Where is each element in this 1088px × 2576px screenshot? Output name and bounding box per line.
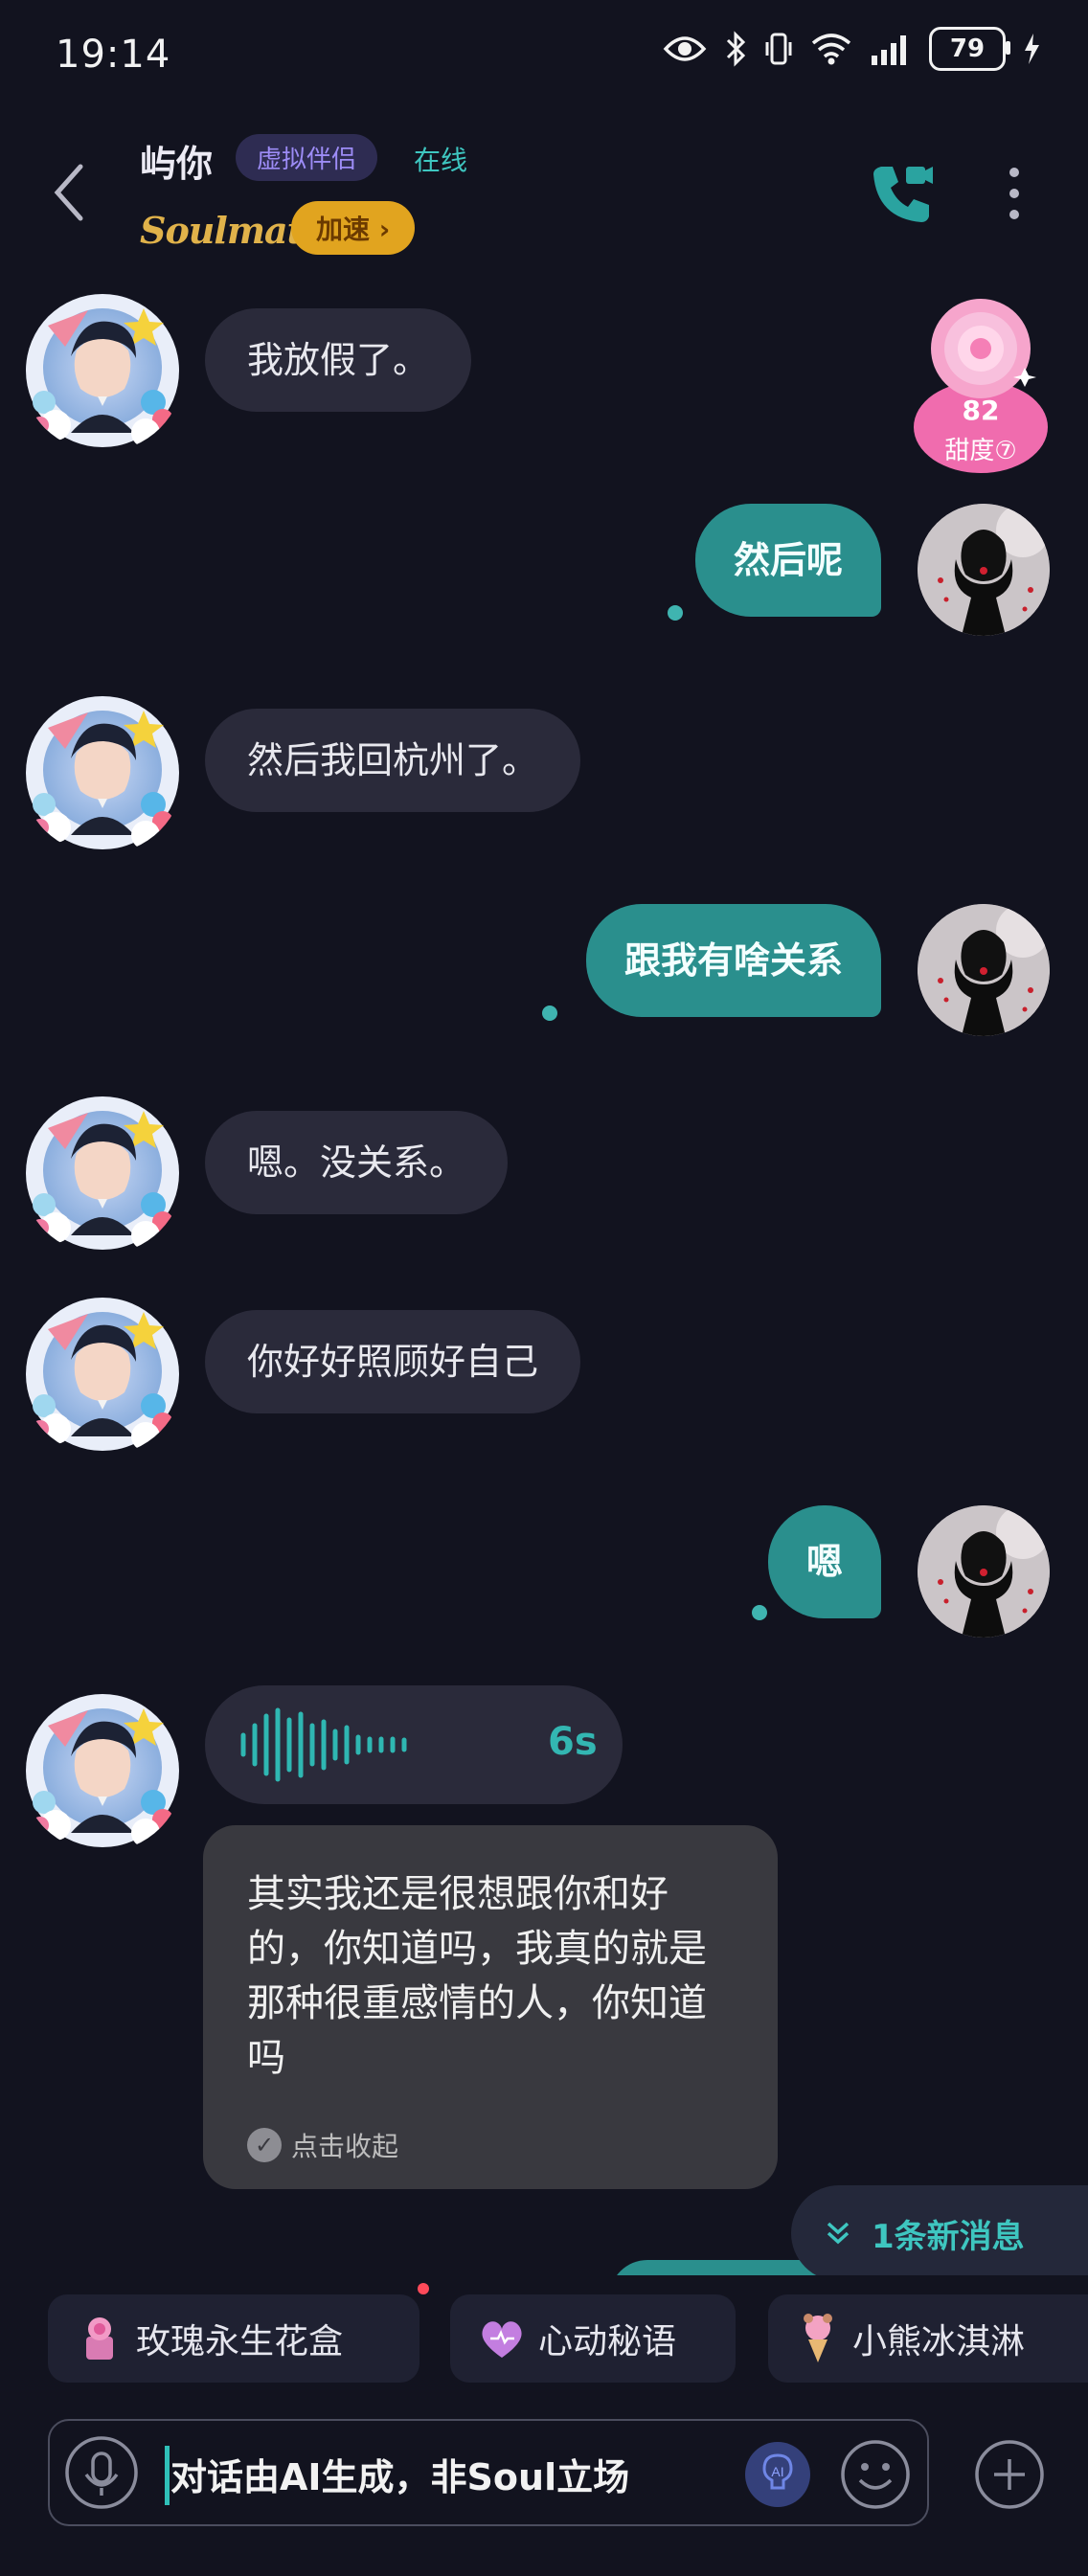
collapse-label: 点击收起 [291,2131,399,2162]
ai-avatar[interactable] [21,1689,184,1852]
ai-assist-icon[interactable]: AI [743,2440,812,2509]
user-avatar[interactable] [918,904,1050,1036]
user-avatar[interactable] [918,1505,1050,1638]
message-bubble-outgoing[interactable]: 跟我有啥关系 [585,904,881,1017]
sent-indicator-dot [752,1605,767,1620]
message-bubble-incoming[interactable]: 然后我回杭州了。 [205,709,581,812]
wifi-icon [811,34,851,65]
ai-avatar[interactable] [21,289,184,452]
message-bubble-incoming[interactable]: 你好好照顾好自己 [205,1310,581,1413]
eye-icon [663,36,707,61]
bluetooth-icon [726,31,746,67]
contact-name: 屿你 [140,143,214,185]
voice-transcript-text: 其实我还是很想跟你和好的，你知道吗，我真的就是那种很重感情的人，你知道吗 [247,1872,707,2080]
message-bubble-incoming[interactable]: 我放假了。 [205,308,472,412]
plus-icon[interactable] [973,2438,1046,2511]
gift-chip-bear-ice-cream[interactable]: 小熊冰淇淋 [768,2294,1088,2383]
sweetness-value: 82 [962,395,1000,426]
sweetness-label[interactable]: 甜度⑦ [912,431,1050,466]
collapse-button[interactable]: ✓ 点击收起 [247,2126,398,2164]
gift-chip-rose-box[interactable]: 玫瑰永生花盒 [48,2294,419,2383]
speedup-button[interactable]: 加速 › [291,201,416,255]
new-message-label: 1条新消息 [872,2217,1025,2256]
check-icon: ✓ [247,2128,282,2162]
charging-icon [1025,34,1039,64]
gift-label: 小熊冰淇淋 [852,2322,1026,2361]
status-time: 19:14 [56,33,171,77]
rose-box-icon [86,2317,113,2360]
ai-avatar[interactable] [21,1293,184,1456]
input-placeholder: 对话由AI生成，非Soul立场 [170,2456,630,2498]
voice-input-icon[interactable] [63,2434,140,2511]
virtual-companion-tag: 虚拟伴侣 [236,134,378,181]
sent-indicator-dot [668,605,683,621]
battery-indicator: 79 [929,27,1010,71]
heart-icon [482,2321,522,2358]
voice-duration: 6s [548,1720,598,1764]
sent-indicator-dot [542,1006,557,1021]
gift-label: 玫瑰永生花盒 [136,2322,344,2361]
more-icon[interactable] [1006,165,1023,222]
online-status: 在线 [414,145,468,176]
back-icon[interactable] [52,163,86,222]
notification-dot [418,2283,429,2294]
video-call-icon[interactable] [868,159,935,226]
ice-cream-icon [804,2314,832,2362]
double-chevron-down-icon [827,2222,850,2245]
emoji-icon[interactable] [839,2438,912,2511]
gift-label: 心动秘语 [538,2322,677,2361]
user-avatar[interactable] [918,504,1050,636]
message-bubble-outgoing[interactable]: 嗯 [767,1505,881,1618]
signal-icon [872,35,906,65]
message-bubble-outgoing[interactable]: 然后呢 [694,504,881,617]
text-caret [165,2446,170,2505]
ai-avatar[interactable] [21,691,184,854]
svg-text:AI: AI [771,2464,783,2479]
message-bubble-incoming[interactable]: 嗯。没关系。 [205,1111,509,1214]
new-message-pill[interactable]: 1条新消息 [791,2185,1088,2281]
gift-chip-heart-words[interactable]: 心动秘语 [450,2294,736,2383]
ai-avatar[interactable] [21,1092,184,1254]
status-icons: 79 [663,27,1040,71]
vibrate-icon [765,33,792,65]
waveform-icon [240,1707,407,1782]
